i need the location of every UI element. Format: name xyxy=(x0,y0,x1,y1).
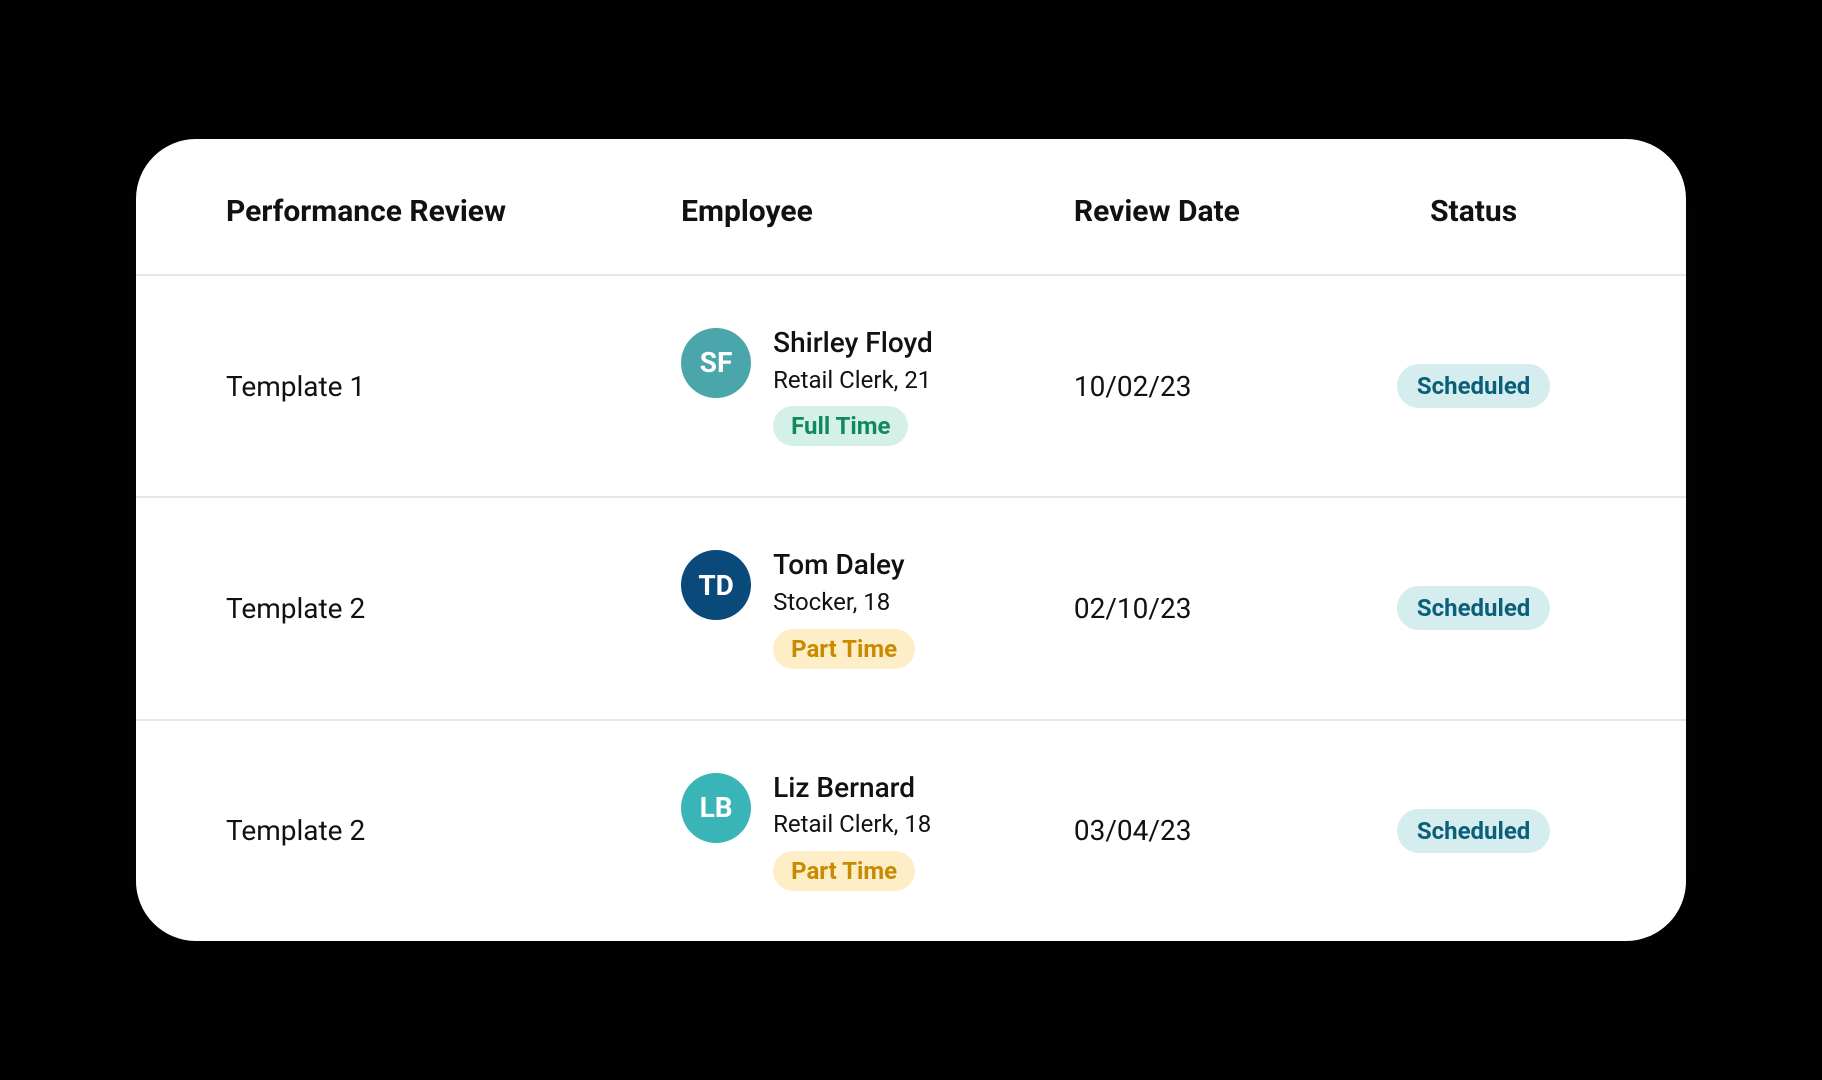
col-header-status[interactable]: Status xyxy=(1331,139,1686,275)
table-row[interactable]: Template 1 SF Shirley Floyd Retail Clerk… xyxy=(136,275,1686,497)
employee-wrap: SF Shirley Floyd Retail Clerk, 21 Full T… xyxy=(681,326,1034,446)
employee-role: Retail Clerk, 21 xyxy=(773,366,933,395)
avatar: LB xyxy=(681,773,751,843)
cell-status: Scheduled xyxy=(1331,275,1686,497)
review-table: Performance Review Employee Review Date … xyxy=(136,139,1686,941)
status-badge: Scheduled xyxy=(1397,364,1550,408)
employee-role: Stocker, 18 xyxy=(773,588,915,617)
employee-text: Liz Bernard Retail Clerk, 18 Part Time xyxy=(773,771,931,891)
table-row[interactable]: Template 2 TD Tom Daley Stocker, 18 Part… xyxy=(136,497,1686,719)
employment-badge: Part Time xyxy=(773,851,915,891)
employee-wrap: LB Liz Bernard Retail Clerk, 18 Part Tim… xyxy=(681,771,1034,891)
cell-status: Scheduled xyxy=(1331,497,1686,719)
col-header-date[interactable]: Review Date xyxy=(1054,139,1331,275)
cell-date: 03/04/23 xyxy=(1054,720,1331,941)
cell-date: 10/02/23 xyxy=(1054,275,1331,497)
col-header-review[interactable]: Performance Review xyxy=(136,139,661,275)
cell-employee: TD Tom Daley Stocker, 18 Part Time xyxy=(661,497,1054,719)
cell-employee: SF Shirley Floyd Retail Clerk, 21 Full T… xyxy=(661,275,1054,497)
employee-name: Tom Daley xyxy=(773,548,915,582)
employment-badge: Part Time xyxy=(773,629,915,669)
employee-role: Retail Clerk, 18 xyxy=(773,810,931,839)
table-row[interactable]: Template 2 LB Liz Bernard Retail Clerk, … xyxy=(136,720,1686,941)
review-card: Performance Review Employee Review Date … xyxy=(136,139,1686,941)
cell-template: Template 2 xyxy=(136,720,661,941)
table-header-row: Performance Review Employee Review Date … xyxy=(136,139,1686,275)
status-badge: Scheduled xyxy=(1397,809,1550,853)
avatar: SF xyxy=(681,328,751,398)
cell-employee: LB Liz Bernard Retail Clerk, 18 Part Tim… xyxy=(661,720,1054,941)
status-badge: Scheduled xyxy=(1397,586,1550,630)
table-body: Template 1 SF Shirley Floyd Retail Clerk… xyxy=(136,275,1686,941)
cell-date: 02/10/23 xyxy=(1054,497,1331,719)
cell-status: Scheduled xyxy=(1331,720,1686,941)
stage: Performance Review Employee Review Date … xyxy=(0,0,1822,1080)
employee-text: Tom Daley Stocker, 18 Part Time xyxy=(773,548,915,668)
employee-text: Shirley Floyd Retail Clerk, 21 Full Time xyxy=(773,326,933,446)
cell-template: Template 2 xyxy=(136,497,661,719)
employee-wrap: TD Tom Daley Stocker, 18 Part Time xyxy=(681,548,1034,668)
cell-template: Template 1 xyxy=(136,275,661,497)
employee-name: Liz Bernard xyxy=(773,771,931,805)
col-header-employee[interactable]: Employee xyxy=(661,139,1054,275)
employee-name: Shirley Floyd xyxy=(773,326,933,360)
employment-badge: Full Time xyxy=(773,406,908,446)
avatar: TD xyxy=(681,550,751,620)
